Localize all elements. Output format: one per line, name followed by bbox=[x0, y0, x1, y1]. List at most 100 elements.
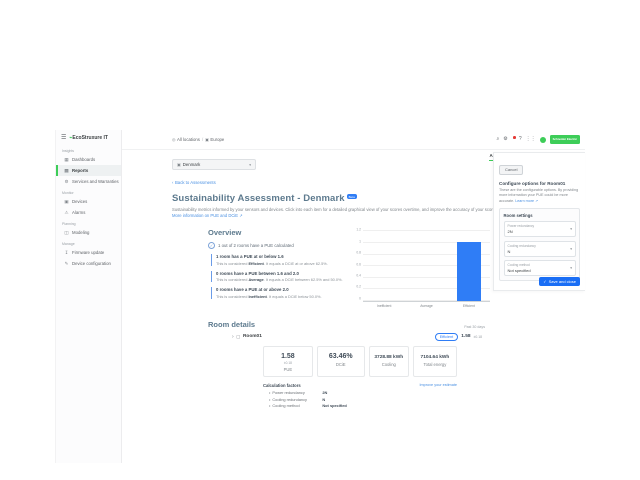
notifications-bell-icon[interactable]: ◔ bbox=[512, 137, 515, 142]
metric-value: 63.46% bbox=[320, 353, 362, 360]
pue-distribution-chart: 1.210.80.60.40.20 Inefficient Av bbox=[352, 230, 490, 308]
back-to-assessments-link[interactable]: ‹ Back to Assessments bbox=[172, 180, 216, 185]
room-pue-delta: ±0.18 bbox=[474, 335, 482, 339]
metric-value: 1.58 bbox=[266, 353, 310, 360]
external-link-icon: ↗ bbox=[535, 199, 538, 203]
overview-item-efficient[interactable]: 1 room has a PUE at or below 1.6 This is… bbox=[211, 254, 348, 266]
external-link-icon: ↗ bbox=[239, 213, 243, 218]
metric-card-cooling: 3728.88 kWh Cooling bbox=[369, 346, 409, 377]
save-and-close-button[interactable]: ✓ Save and close bbox=[539, 277, 580, 286]
sidebar-item-devices[interactable]: ▣ Devices bbox=[56, 196, 121, 207]
reports-icon: ▤ bbox=[64, 168, 69, 174]
apps-grid-icon[interactable]: ⋮⋮ bbox=[526, 137, 536, 142]
sidebar-item-reports[interactable]: ▤ Reports bbox=[56, 165, 121, 176]
brand-row: ☰ ⌁EcoStruxure IT bbox=[56, 130, 121, 145]
settings-gear-icon[interactable]: ⚙ bbox=[503, 137, 507, 142]
drawer-description: These are the configurable options. By p… bbox=[499, 188, 580, 204]
room-details-heading: Room details bbox=[208, 320, 255, 329]
room-settings-card: Room settings Power redundancy 2N ▾ Cool… bbox=[499, 208, 580, 281]
sidebar-item-label: Firmware update bbox=[72, 250, 104, 255]
more-information-link[interactable]: More information on PUE and DCiE bbox=[172, 213, 238, 218]
search-icon[interactable]: ⌕ bbox=[496, 137, 499, 142]
improve-estimate-link[interactable]: Improve your estimate bbox=[419, 383, 457, 387]
room-details-head: Room details Past 30 days bbox=[208, 320, 485, 329]
power-redundancy-select[interactable]: Power redundancy 2N ▾ bbox=[504, 221, 576, 237]
cancel-button[interactable]: Cancel bbox=[499, 165, 523, 175]
field-value: N bbox=[508, 249, 567, 254]
room-expander[interactable]: › ▢ Room01 bbox=[232, 334, 262, 340]
calc-row-power-redundancy: Power redundancy 2N bbox=[269, 390, 457, 395]
y-tick-label: 0.4 bbox=[356, 274, 361, 277]
room-details-section: Room details Past 30 days › ▢ Room01 Eff… bbox=[208, 320, 577, 408]
beta-badge: Beta bbox=[347, 194, 357, 199]
sidebar-nav: Insights ▦ Dashboards ▤ Reports ⚙ Servic… bbox=[56, 145, 121, 269]
chevron-right-icon: › bbox=[232, 334, 234, 340]
chevron-left-icon: ‹ bbox=[172, 180, 173, 185]
sidebar-item-label: Devices bbox=[72, 199, 87, 204]
help-icon[interactable]: ? bbox=[519, 137, 522, 142]
learn-more-link[interactable]: Learn more bbox=[515, 199, 534, 203]
sidebar-item-label: Alarms bbox=[72, 210, 85, 215]
metric-label: Total energy bbox=[416, 362, 454, 367]
overview-item-sub: This is considered Efficient. It equals … bbox=[216, 261, 348, 266]
field-label: Power redundancy bbox=[508, 224, 567, 228]
room-details-body: 1.58 ±0.18 PUE 63.46% DCiE 3728.88 kWh C… bbox=[263, 346, 457, 409]
overview-item-inefficient[interactable]: 0 rooms have a PUE at or above 2.0 This … bbox=[211, 287, 348, 299]
x-tick-efficient: Efficient bbox=[448, 304, 490, 308]
metric-value: 3728.88 kWh bbox=[372, 355, 406, 360]
sidebar-item-device-configuration[interactable]: ✎ Device configuration bbox=[56, 258, 121, 269]
chevron-down-icon: ▾ bbox=[570, 247, 572, 251]
devices-icon: ▣ bbox=[64, 199, 69, 205]
ecostruxure-app-window: ☰ ⌁EcoStruxure IT Insights ▦ Dashboards … bbox=[55, 130, 585, 463]
breadcrumb-all-locations[interactable]: ◎ All locations bbox=[172, 137, 200, 142]
app-logo: ⌁EcoStruxure IT bbox=[69, 135, 108, 141]
calc-row-cooling-redundancy: Cooling redundancy N bbox=[269, 397, 457, 402]
save-button-label: Save and close bbox=[549, 279, 576, 284]
y-tick-label: 0.8 bbox=[356, 252, 361, 255]
location-select[interactable]: ▣ Denmark ▾ bbox=[172, 159, 256, 170]
x-tick-inefficient: Inefficient bbox=[363, 304, 405, 308]
overview-summary-row: ✓ 1 out of 2 rooms have a PUE calculated bbox=[208, 242, 348, 249]
configure-room-drawer: Cancel Configure options for Room01 Thes… bbox=[493, 152, 585, 291]
room-status-group: Efficient 1.58 ±0.18 bbox=[435, 333, 482, 341]
overview-item-average[interactable]: 0 rooms have a PUE between 1.6 and 2.0 T… bbox=[211, 271, 348, 283]
overview-checklist: Overview ✓ 1 out of 2 rooms have a PUE c… bbox=[208, 228, 348, 308]
cooling-redundancy-select[interactable]: Cooling redundancy N ▾ bbox=[504, 241, 576, 257]
sidebar-item-alarms[interactable]: ⚠ Alarms bbox=[56, 207, 121, 218]
location-select-value: Denmark bbox=[183, 162, 200, 167]
breadcrumb-separator: / bbox=[202, 137, 203, 142]
chart-bar-slot-inefficient bbox=[363, 230, 405, 301]
check-circle-icon: ✓ bbox=[208, 242, 215, 249]
x-tick-average: Average bbox=[405, 304, 447, 308]
sidebar-item-firmware-update[interactable]: ↧ Firmware update bbox=[56, 247, 121, 258]
firmware-update-icon: ↧ bbox=[64, 250, 69, 256]
menu-icon[interactable]: ☰ bbox=[61, 135, 66, 141]
breadcrumb-current-label: Europe bbox=[210, 137, 224, 142]
sidebar-item-label: Services and Warranties bbox=[72, 179, 119, 184]
chart-y-axis: 1.210.80.60.40.20 bbox=[352, 229, 363, 301]
modeling-icon: ◫ bbox=[64, 230, 69, 236]
nav-section-header: Monitor bbox=[56, 187, 121, 196]
chevron-down-icon: ▾ bbox=[570, 266, 572, 270]
drawer-title: Configure options for Room01 bbox=[499, 181, 580, 186]
sidebar-item-dashboards[interactable]: ▦ Dashboards bbox=[56, 154, 121, 165]
cooling-method-select[interactable]: Cooling method Not specified ▾ bbox=[504, 260, 576, 276]
overview-item-label: 1 room has a PUE at or below 1.6 bbox=[216, 254, 348, 259]
metric-label: PUE bbox=[266, 367, 310, 372]
metric-card-total-energy: 7104.64 kWh Total energy bbox=[413, 346, 457, 377]
room-row[interactable]: › ▢ Room01 Efficient 1.58 ±0.18 bbox=[232, 333, 482, 341]
sidebar-item-modeling[interactable]: ◫ Modeling bbox=[56, 227, 121, 238]
sidebar-item-services-warranties[interactable]: ⚙ Services and Warranties bbox=[56, 176, 121, 187]
overview-item-sub: This is considered Inefficient. It equal… bbox=[216, 294, 348, 299]
efficiency-status-badge: Efficient bbox=[435, 333, 458, 341]
user-avatar[interactable] bbox=[540, 137, 546, 143]
dashboards-icon: ▦ bbox=[64, 157, 69, 163]
field-value: Not specified bbox=[508, 268, 567, 273]
nav-section-header: Manage bbox=[56, 238, 121, 247]
breadcrumb-europe[interactable]: ▣ Europe bbox=[205, 137, 224, 142]
overview-item-label: 0 rooms have a PUE at or above 2.0 bbox=[216, 287, 348, 292]
field-label: Cooling redundancy bbox=[508, 244, 567, 248]
y-tick-label: 0.2 bbox=[356, 286, 361, 289]
sidebar-item-label: Reports bbox=[72, 168, 88, 173]
metric-cards: 1.58 ±0.18 PUE 63.46% DCiE 3728.88 kWh C… bbox=[263, 346, 457, 377]
